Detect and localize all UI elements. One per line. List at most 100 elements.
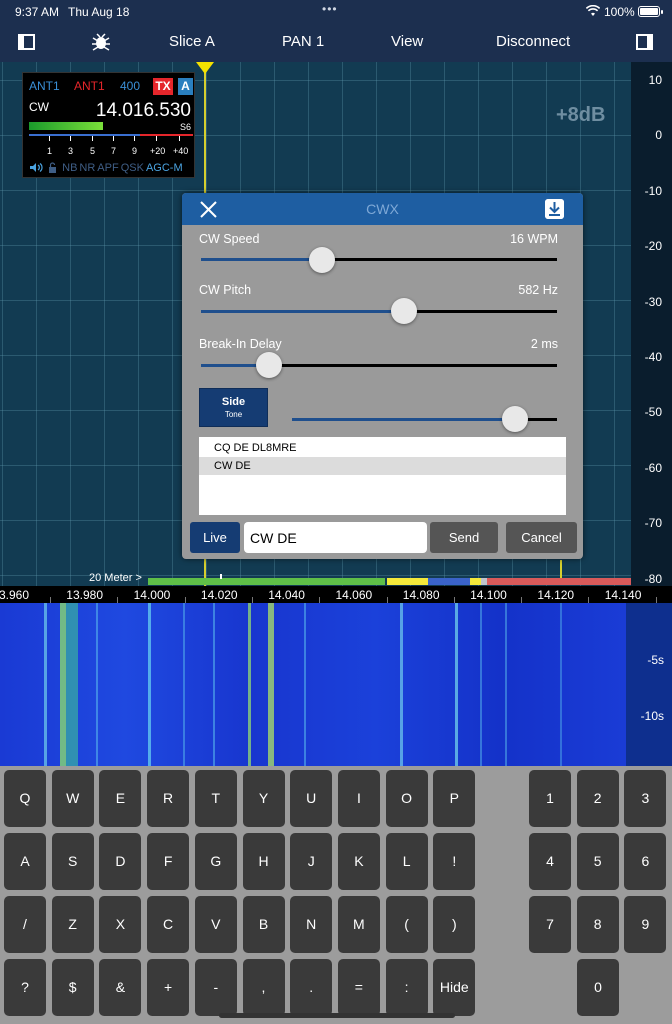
key-char[interactable]: + xyxy=(147,959,190,1016)
key-char[interactable]: O xyxy=(385,770,428,827)
key-char[interactable]: Q xyxy=(4,770,46,827)
tx-badge[interactable]: TX xyxy=(153,78,173,95)
numpad-key[interactable]: 5 xyxy=(576,833,619,890)
key-char[interactable]: K xyxy=(337,833,380,890)
home-indicator[interactable] xyxy=(219,1013,455,1018)
key-char[interactable]: & xyxy=(99,959,142,1016)
key-char[interactable]: = xyxy=(337,959,380,1016)
dsp-qsk-toggle[interactable]: QSK xyxy=(121,162,144,174)
numpad-key[interactable]: 8 xyxy=(576,896,619,953)
key-char[interactable]: T xyxy=(194,770,237,827)
numpad-key[interactable]: 0 xyxy=(577,959,619,1016)
key-char[interactable]: ( xyxy=(385,896,428,953)
key-char[interactable]: X xyxy=(99,896,142,953)
key-char[interactable]: ! xyxy=(433,833,476,890)
left-sidebar-icon[interactable] xyxy=(18,34,35,50)
sidetone-thumb[interactable] xyxy=(501,406,528,432)
dsp-agc-m-toggle[interactable]: AGC-M xyxy=(146,162,183,174)
key-char[interactable]: E xyxy=(99,770,142,827)
break-in-delay-thumb[interactable] xyxy=(255,352,282,378)
band-label[interactable]: 20 Meter > xyxy=(89,572,142,584)
key-char[interactable]: F xyxy=(147,833,190,890)
frequency-label: 14.000 xyxy=(133,588,171,602)
key-char[interactable]: I xyxy=(337,770,380,827)
cancel-button[interactable]: Cancel xyxy=(506,522,577,553)
sidetone-button[interactable]: Side Tone xyxy=(199,388,268,427)
cw-speed-slider[interactable] xyxy=(201,258,557,261)
live-button[interactable]: Live xyxy=(190,522,240,553)
key-char[interactable]: Z xyxy=(51,896,94,953)
key-char[interactable]: - xyxy=(194,959,237,1016)
dsp-nb-toggle[interactable]: NB xyxy=(62,162,77,174)
dbm-axis[interactable]: 10 0 -10 -20 -30 -40 -50 -60 -70 -80 xyxy=(631,62,672,586)
numpad-key[interactable]: 7 xyxy=(529,896,571,953)
numpad-key[interactable]: 6 xyxy=(624,833,667,890)
key-char[interactable]: C xyxy=(147,896,190,953)
waterfall-signal xyxy=(148,603,151,766)
nav-bar: Slice A PAN 1 View Disconnect xyxy=(0,24,672,62)
slice-mode[interactable]: CW xyxy=(29,100,49,114)
slice-frequency[interactable]: 14.016.530 xyxy=(96,100,191,122)
slice-menu[interactable]: Slice A xyxy=(169,33,215,50)
slice-marker-triangle[interactable] xyxy=(196,62,214,74)
key-char[interactable]: U xyxy=(290,770,333,827)
key-char[interactable]: $ xyxy=(51,959,94,1016)
right-sidebar-icon[interactable] xyxy=(636,34,653,50)
key-char[interactable]: : xyxy=(385,959,428,1016)
key-char[interactable]: M xyxy=(337,896,380,953)
cw-speed-value: 16 WPM xyxy=(510,232,558,246)
key-char[interactable]: / xyxy=(4,896,46,953)
dsp-nr-toggle[interactable]: NR xyxy=(79,162,95,174)
macro-item[interactable]: CQ DE DL8MRE xyxy=(199,439,566,457)
key-char[interactable]: R xyxy=(147,770,190,827)
multitask-dots[interactable]: ••• xyxy=(322,2,338,16)
filter-width[interactable]: 400 xyxy=(120,79,140,93)
numpad-key[interactable]: 1 xyxy=(529,770,571,827)
dsp-apf-toggle[interactable]: APF xyxy=(97,162,118,174)
key-char[interactable]: H xyxy=(242,833,285,890)
key-char[interactable]: ) xyxy=(433,896,476,953)
key-char[interactable]: A xyxy=(4,833,46,890)
break-in-delay-slider[interactable] xyxy=(201,364,557,367)
view-menu[interactable]: View xyxy=(391,33,423,50)
cwx-text-input[interactable] xyxy=(244,522,427,553)
bug-icon[interactable] xyxy=(91,33,111,51)
send-button[interactable]: Send xyxy=(430,522,498,553)
key-char[interactable]: , xyxy=(242,959,285,1016)
key-char[interactable]: V xyxy=(194,896,237,953)
disconnect-button[interactable]: Disconnect xyxy=(496,33,570,50)
key-char[interactable]: L xyxy=(385,833,428,890)
key-char[interactable]: W xyxy=(51,770,94,827)
key-hide-button[interactable]: Hide xyxy=(433,959,476,1016)
key-char[interactable]: D xyxy=(99,833,142,890)
key-char[interactable]: N xyxy=(290,896,333,953)
cw-pitch-slider[interactable] xyxy=(201,310,557,313)
numpad-key[interactable]: 3 xyxy=(624,770,667,827)
waterfall[interactable] xyxy=(0,603,626,766)
key-char[interactable]: Y xyxy=(242,770,285,827)
numpad-key[interactable]: 2 xyxy=(576,770,619,827)
key-char[interactable]: J xyxy=(290,833,333,890)
numpad-key[interactable]: 4 xyxy=(529,833,571,890)
key-char[interactable]: B xyxy=(242,896,285,953)
key-char[interactable]: . xyxy=(290,959,333,1016)
numpad-key[interactable]: 9 xyxy=(624,896,667,953)
macro-list[interactable]: CQ DE DL8MRE CW DE xyxy=(199,437,566,515)
key-char[interactable]: ? xyxy=(4,959,46,1016)
frequency-scale[interactable]: 3.960 13.980 14.000 14.020 14.040 14.060 14.08… xyxy=(0,586,672,603)
tx-antenna[interactable]: ANT1 xyxy=(74,79,105,93)
pan-menu[interactable]: PAN 1 xyxy=(282,33,324,50)
speaker-icon[interactable] xyxy=(29,162,43,173)
slice-flag[interactable]: ANT1 ANT1 400 TX A CW 14.016.530 S6 NB NR… xyxy=(22,72,195,178)
slice-letter[interactable]: A xyxy=(178,78,193,95)
cw-speed-thumb[interactable] xyxy=(309,247,336,273)
macro-item-selected[interactable]: CW DE xyxy=(199,457,566,475)
key-char[interactable]: S xyxy=(51,833,94,890)
rx-antenna[interactable]: ANT1 xyxy=(29,79,60,93)
cw-pitch-thumb[interactable] xyxy=(390,298,417,324)
save-icon[interactable] xyxy=(545,199,564,219)
key-char[interactable]: G xyxy=(194,833,237,890)
s-meter-scale-label: 1 xyxy=(47,146,53,156)
lock-icon[interactable] xyxy=(48,162,57,173)
key-char[interactable]: P xyxy=(433,770,476,827)
